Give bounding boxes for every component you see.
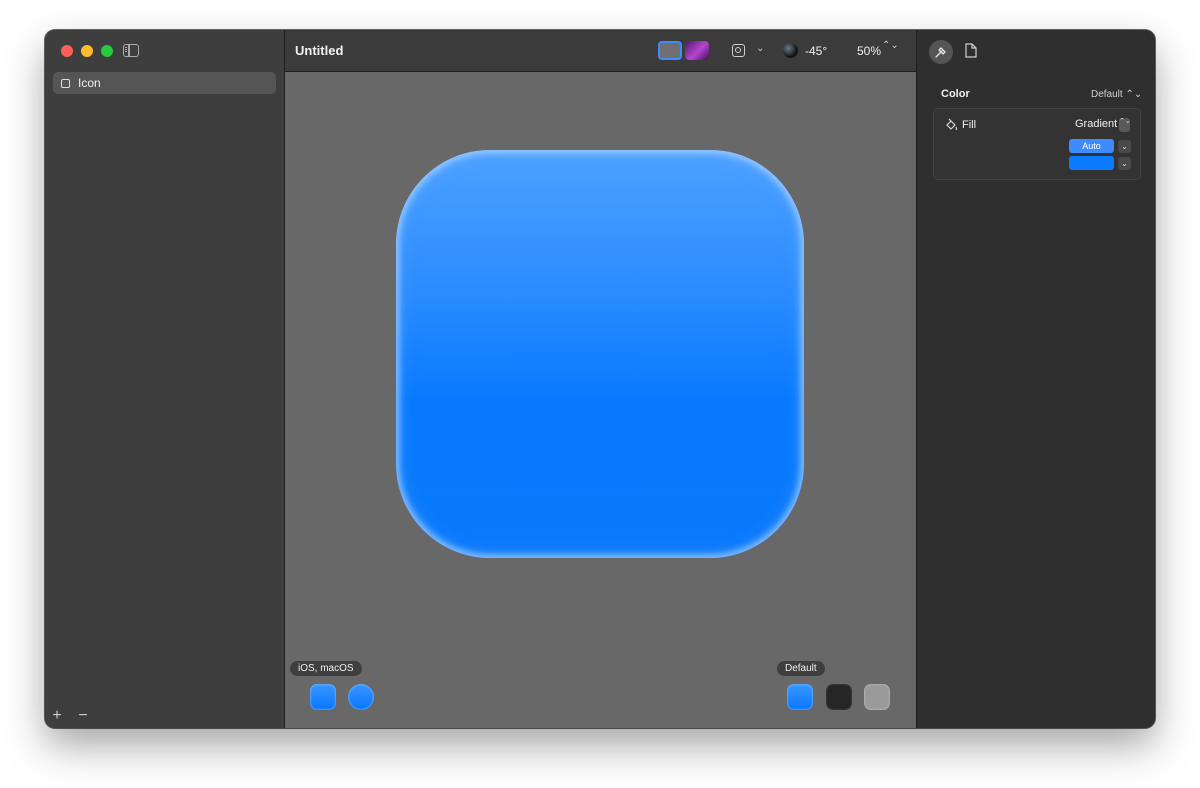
layer-square-icon <box>61 78 70 88</box>
sidebar-toggle-icon[interactable] <box>123 44 139 57</box>
fill-mode-select[interactable]: Gradient <box>1075 118 1117 130</box>
inspector-panel: Color Default ⌃⌄ Fill Gradient ⌃⌄ Auto ⌄… <box>916 30 1155 728</box>
layer-label: Icon <box>78 76 101 90</box>
paintbrush-icon[interactable] <box>929 40 953 64</box>
light-angle-value[interactable]: -45° <box>805 44 827 58</box>
dark-mode-preview-button[interactable] <box>685 41 709 60</box>
document-icon[interactable] <box>965 43 977 58</box>
thumbnail-rounded-square[interactable] <box>310 684 336 710</box>
canvas-area: Untitled ⌄ -45° 50% ⌃⌄ iOS, macOS Defaul… <box>285 30 916 728</box>
window-controls <box>61 45 113 57</box>
layer-item-icon[interactable]: Icon <box>53 72 276 94</box>
icon-preview[interactable] <box>396 150 804 558</box>
document-title: Untitled <box>295 43 344 58</box>
fill-panel: Fill Gradient ⌃⌄ Auto ⌄ ⌄ <box>933 108 1141 180</box>
zoom-level[interactable]: 50% <box>857 44 881 58</box>
close-window-button[interactable] <box>61 45 73 57</box>
paint-bucket-icon <box>944 118 958 137</box>
thumbnail-circle[interactable] <box>348 684 374 710</box>
platform-tag: iOS, macOS <box>290 661 362 676</box>
thumbnail-default[interactable] <box>787 684 813 710</box>
zoom-stepper-icon[interactable]: ⌃⌄ <box>882 41 899 51</box>
sidebar: Icon + − <box>45 30 285 728</box>
color-section-title: Color <box>941 88 970 100</box>
chevron-down-icon[interactable]: ⌄ <box>1118 157 1131 170</box>
gradient-stop-auto[interactable]: Auto <box>1069 139 1114 153</box>
zoom-window-button[interactable] <box>101 45 113 57</box>
appearance-tag: Default <box>777 661 825 676</box>
color-default-select[interactable]: Default ⌃⌄ <box>1091 89 1142 100</box>
remove-layer-button[interactable]: − <box>77 708 89 724</box>
minimize-window-button[interactable] <box>81 45 93 57</box>
fill-label: Fill <box>962 119 977 131</box>
toolbar: Untitled ⌄ -45° 50% ⌃⌄ <box>285 30 916 72</box>
thumbnail-dark[interactable] <box>826 684 852 710</box>
thumbnail-tinted[interactable] <box>864 684 890 710</box>
chevron-down-icon[interactable]: ⌄ <box>756 43 764 54</box>
light-mode-preview-button[interactable] <box>658 41 682 60</box>
fill-mode-stepper-icon[interactable]: ⌃⌄ <box>1119 118 1131 132</box>
sidebar-footer: + − <box>51 708 89 724</box>
gradient-stop-blue[interactable] <box>1069 156 1114 170</box>
app-window: Icon + − Untitled ⌄ -45° 50% ⌃⌄ iOS, mac… <box>45 30 1155 728</box>
appearance-settings-icon[interactable] <box>732 44 745 57</box>
light-angle-icon[interactable] <box>783 43 798 58</box>
chevron-down-icon[interactable]: ⌄ <box>1118 140 1131 153</box>
add-layer-button[interactable]: + <box>51 708 63 724</box>
